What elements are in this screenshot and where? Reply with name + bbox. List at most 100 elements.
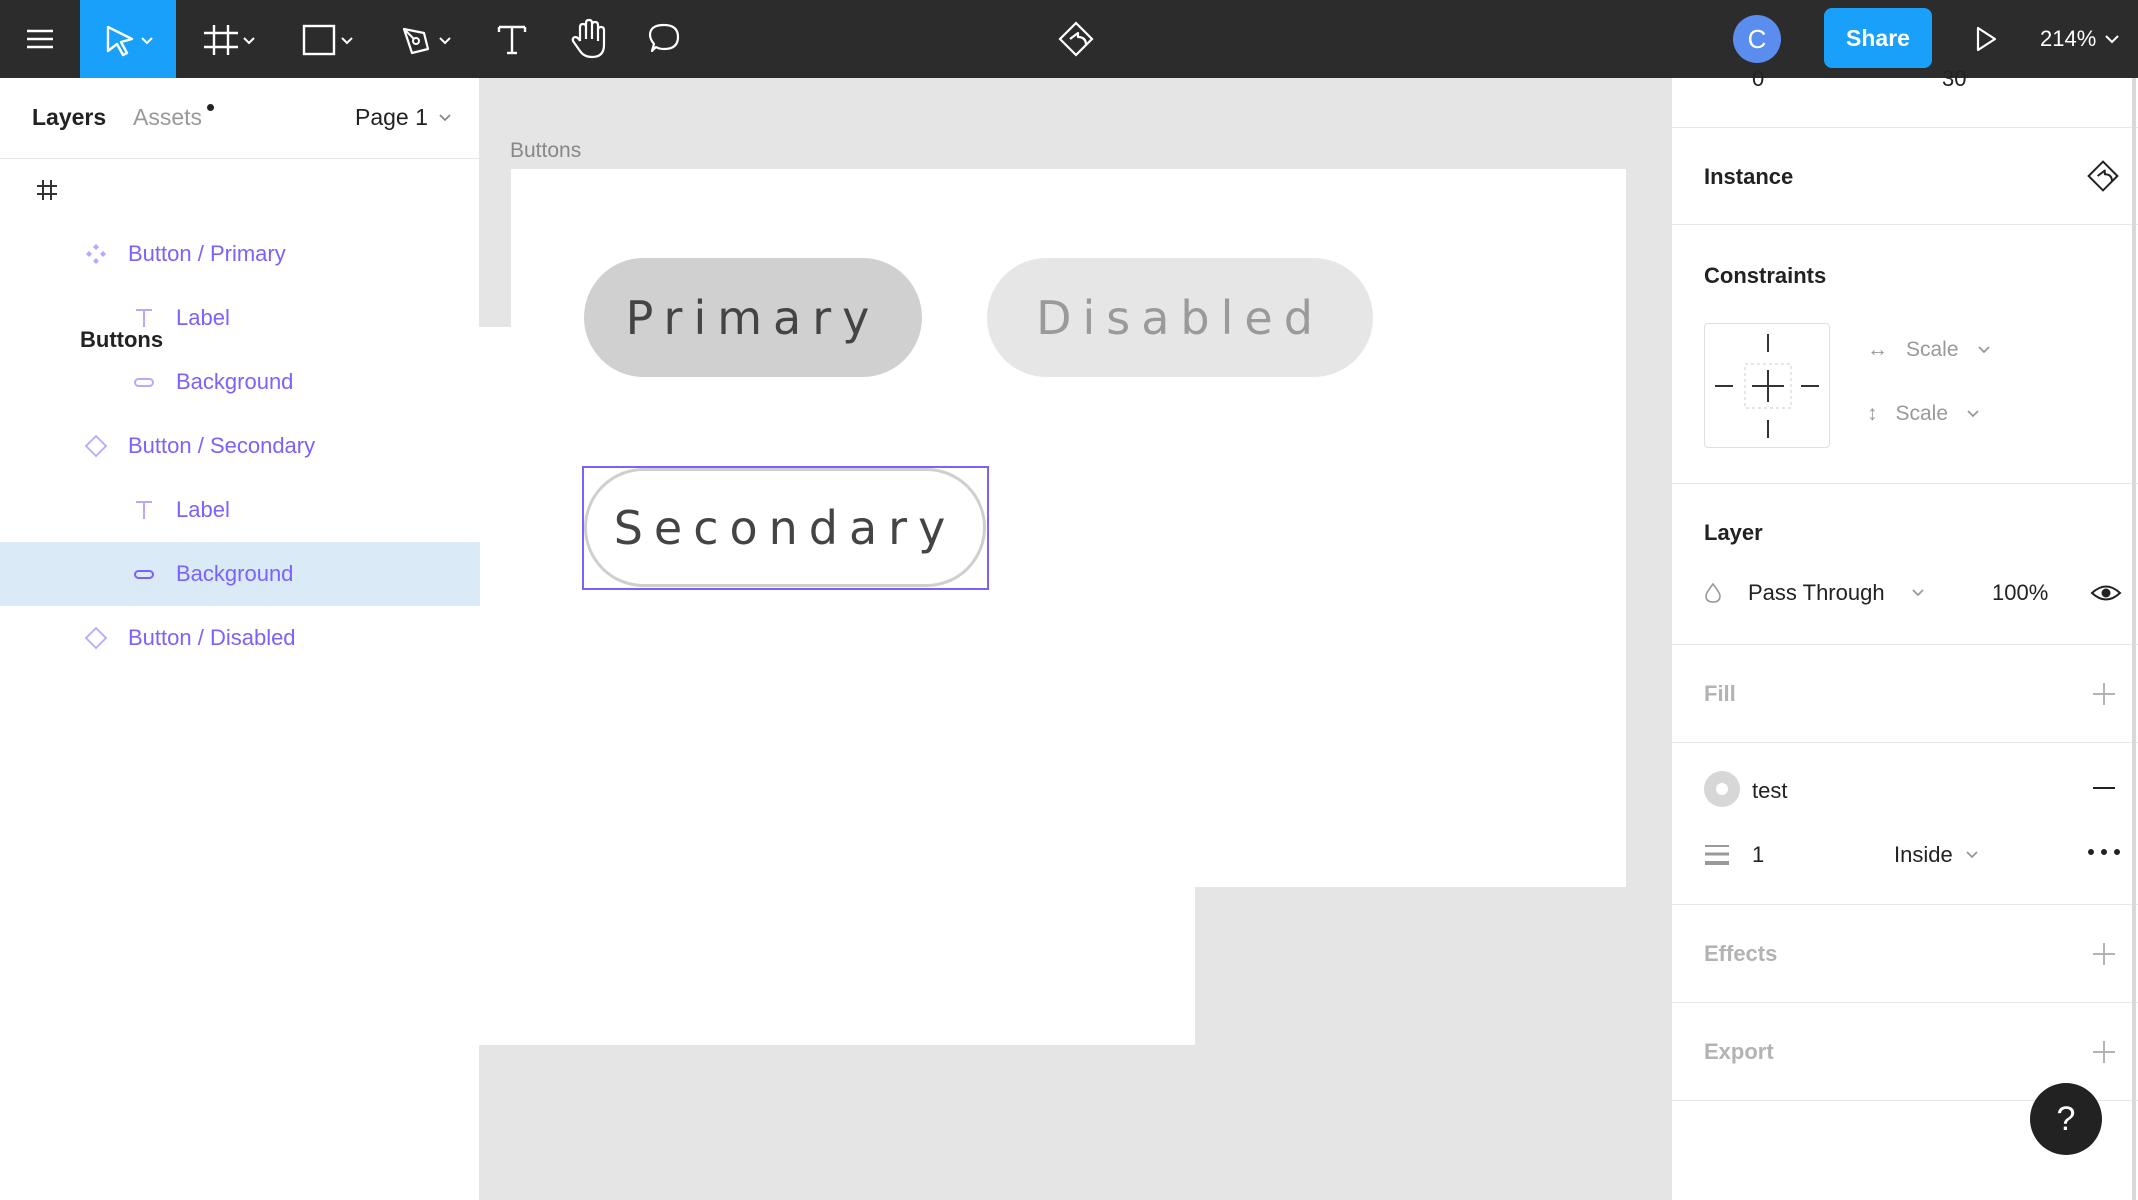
layer-label: Button / Disabled	[128, 625, 296, 650]
constraints-title: Constraints	[1704, 263, 1827, 288]
stroke-position-select[interactable]: Inside	[1894, 842, 1979, 868]
fill-title: Fill	[1704, 681, 1736, 706]
eye-icon[interactable]	[2090, 582, 2122, 604]
rounded-rectangle-icon	[130, 560, 158, 588]
help-button[interactable]: ?	[2030, 1083, 2102, 1155]
move-tool-button[interactable]	[80, 0, 176, 78]
text-tool-button[interactable]	[480, 0, 544, 78]
add-fill-icon[interactable]	[2091, 681, 2117, 707]
position-row: 0 30	[1672, 66, 2138, 128]
panel-tabs: Layers Assets Page 1	[0, 78, 479, 159]
instance-icon	[82, 432, 110, 460]
go-to-main-component-icon[interactable]	[2085, 158, 2121, 194]
text-icon	[497, 25, 527, 55]
chevron-down-icon	[1977, 346, 1990, 354]
primary-button[interactable]: Primary	[584, 258, 922, 377]
layer-label: Background	[176, 369, 294, 394]
chevron-down-icon	[1911, 589, 1924, 597]
main-component-icon	[82, 240, 110, 268]
layer-row-button-primary[interactable]: Button / Primary	[0, 222, 480, 286]
layers-panel: Layers Assets Page 1 Buttons Button / Pr…	[0, 78, 1195, 1200]
remove-stroke-icon[interactable]	[2091, 783, 2117, 793]
disabled-button[interactable]: Disabled	[987, 258, 1373, 377]
horizontal-arrows-icon: ↔	[1867, 338, 1888, 361]
blend-drop-icon	[1705, 582, 1721, 603]
position-value[interactable]: 0	[1752, 66, 1764, 92]
rounded-rectangle-icon	[130, 368, 158, 396]
selection-outline	[582, 466, 989, 590]
text-layer-icon	[130, 304, 158, 332]
layer-row-buttons-frame[interactable]: Buttons	[0, 158, 1195, 1045]
chevron-down-icon	[439, 113, 451, 121]
stroke-position-value: Inside	[1894, 842, 1953, 867]
tab-assets[interactable]: Assets	[133, 104, 202, 131]
horizontal-constraint-value: Scale	[1906, 338, 1959, 361]
layer-row-button-disabled[interactable]: Button / Disabled	[0, 606, 480, 670]
vertical-arrows-icon: ↕	[1867, 402, 1878, 425]
properties-scrollbar[interactable]	[2132, 78, 2136, 1200]
opacity-value[interactable]: 100%	[1992, 580, 2048, 606]
layer-label: Label	[176, 497, 230, 522]
go-to-main-component-button[interactable]	[1044, 0, 1108, 78]
chevron-down-icon	[1967, 410, 1979, 418]
layer-row-button-secondary[interactable]: Button / Secondary	[0, 414, 480, 478]
present-button[interactable]	[1960, 0, 2010, 78]
layer-title: Layer	[1704, 520, 1763, 545]
shape-tool-button[interactable]	[288, 0, 368, 78]
layer-row-background[interactable]: Background	[0, 350, 480, 414]
blend-mode-select[interactable]: Pass Through	[1704, 580, 1925, 606]
instance-section: Instance	[1672, 128, 2138, 225]
share-button[interactable]: Share	[1824, 8, 1932, 68]
stroke-weight-icon	[1705, 845, 1729, 865]
layer-row-label[interactable]: Label	[0, 286, 480, 350]
more-options-icon[interactable]	[2087, 847, 2121, 857]
hand-icon	[571, 18, 606, 59]
properties-panel: 0 30 Instance Constraints ↔ Scale ↕ Scal…	[1671, 66, 2138, 1200]
instance-icon	[82, 624, 110, 652]
add-effect-icon[interactable]	[2091, 941, 2117, 967]
pen-tool-button[interactable]	[386, 0, 466, 78]
export-title: Export	[1704, 1039, 1774, 1064]
move-cursor-icon	[106, 25, 153, 57]
chevron-down-icon	[2105, 35, 2119, 44]
horizontal-constraint-select[interactable]: ↔ Scale	[1867, 338, 1991, 362]
add-export-icon[interactable]	[2091, 1039, 2117, 1065]
frame-icon	[33, 176, 61, 204]
layer-label: Background	[176, 561, 294, 586]
page-selector[interactable]: Page 1	[355, 104, 452, 131]
stroke-style-name[interactable]: test	[1752, 778, 1787, 804]
effects-section: Effects	[1672, 905, 2138, 1003]
hand-tool-button[interactable]	[556, 0, 620, 78]
comment-icon	[648, 23, 680, 53]
vertical-constraint-select[interactable]: ↕ Scale	[1867, 402, 1980, 426]
constraint-widget[interactable]	[1704, 323, 1830, 448]
fill-section: Fill	[1672, 645, 2138, 743]
main-menu-button[interactable]	[0, 0, 80, 78]
frame-hash-icon	[204, 25, 255, 55]
instance-title: Instance	[1704, 164, 1794, 189]
comment-tool-button[interactable]	[632, 0, 696, 78]
stroke-weight-value[interactable]: 1	[1752, 842, 1764, 868]
tab-layers[interactable]: Layers	[32, 104, 106, 131]
layer-row-background-selected[interactable]: Background	[0, 542, 480, 606]
layer-label: Button / Secondary	[128, 433, 316, 458]
layer-row-label[interactable]: Label	[0, 478, 480, 542]
style-dot-icon	[1716, 783, 1728, 795]
stroke-style-swatch[interactable]	[1704, 771, 1740, 807]
layer-section: Layer Pass Through 100%	[1672, 484, 2138, 645]
zoom-menu[interactable]: 214%	[2040, 0, 2120, 78]
size-value[interactable]: 30	[1942, 66, 1966, 92]
user-avatar[interactable]: C	[1733, 15, 1781, 63]
vertical-constraint-value: Scale	[1895, 402, 1949, 425]
frame-tool-button[interactable]	[190, 0, 270, 78]
blend-mode-value: Pass Through	[1748, 580, 1885, 605]
layer-label: Button / Primary	[128, 241, 286, 266]
pen-icon	[402, 27, 451, 55]
rectangle-icon	[302, 24, 353, 56]
main-component-icon	[1058, 21, 1094, 57]
page-name: Page 1	[355, 104, 428, 130]
stroke-section: test 1 Inside	[1672, 743, 2138, 905]
zoom-level: 214%	[2040, 26, 2097, 51]
frame-title[interactable]: Buttons	[510, 139, 581, 163]
chevron-down-icon	[1966, 851, 1978, 859]
